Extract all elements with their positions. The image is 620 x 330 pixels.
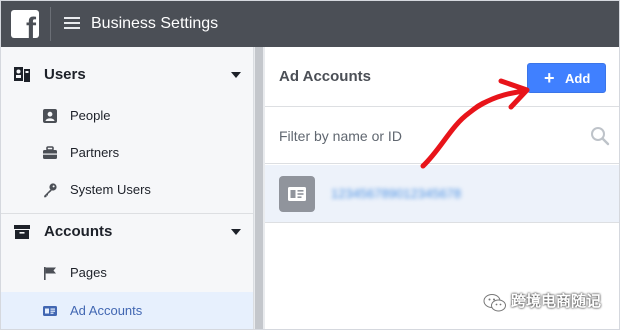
top-bar: f Business Settings [1, 1, 619, 47]
ad-account-icon [43, 306, 57, 316]
sidebar-item-label: System Users [70, 182, 151, 197]
facebook-logo-icon[interactable]: f [11, 10, 39, 38]
top-bar-divider [50, 7, 51, 41]
sidebar-item-system-users[interactable]: System Users [1, 171, 253, 208]
chevron-down-icon[interactable] [231, 229, 241, 235]
business-settings-window: f Business Settings Users People Partner… [0, 0, 620, 330]
users-section-icon [14, 67, 30, 82]
plus-icon: + [544, 68, 555, 88]
briefcase-icon [43, 146, 57, 159]
ad-account-name[interactable]: 123456789012345678 [331, 185, 461, 202]
flag-icon [44, 267, 56, 280]
watermark-text: 跨境电商随记 [511, 293, 602, 310]
search-icon[interactable] [590, 126, 610, 146]
page-title: Ad Accounts [279, 68, 371, 85]
sidebar-item-label: Pages [70, 265, 107, 280]
watermark: 跨境电商随记 [483, 287, 619, 317]
filter-input[interactable] [279, 125, 579, 147]
ad-account-icon [288, 187, 306, 201]
add-button[interactable]: + Add [527, 63, 606, 93]
sidebar-item-label: Partners [70, 145, 120, 160]
sidebar-item-label: Ad Accounts [70, 303, 143, 318]
sidebar-item-label: People [70, 108, 111, 123]
sidebar-item-partners[interactable]: Partners [1, 134, 253, 171]
add-button-label: Add [565, 71, 591, 86]
wechat-icon [483, 294, 506, 312]
sidebar-item-ad-accounts[interactable]: Ad Accounts [1, 292, 253, 329]
sidebar-section-label: Users [44, 66, 86, 83]
table-row[interactable]: 123456789012345678 [265, 165, 619, 223]
person-icon [43, 109, 57, 123]
sidebar-item-people[interactable]: People [1, 97, 253, 134]
app-title: Business Settings [91, 15, 219, 32]
sidebar: Users People Partners System Users Accou… [1, 47, 253, 329]
main-header: Ad Accounts + Add [265, 47, 619, 107]
ad-account-avatar [279, 176, 315, 212]
sidebar-scrollbar-thumb[interactable] [255, 47, 263, 329]
chevron-down-icon[interactable] [231, 72, 241, 78]
sidebar-section-users[interactable]: Users [1, 56, 253, 94]
archive-box-icon [14, 225, 30, 239]
sidebar-item-pages[interactable]: Pages [1, 254, 253, 291]
filter-bar [265, 108, 619, 164]
key-icon [44, 183, 57, 198]
sidebar-section-label: Accounts [44, 223, 113, 240]
sidebar-section-accounts[interactable]: Accounts [1, 213, 253, 251]
hamburger-menu-icon[interactable] [64, 16, 80, 30]
